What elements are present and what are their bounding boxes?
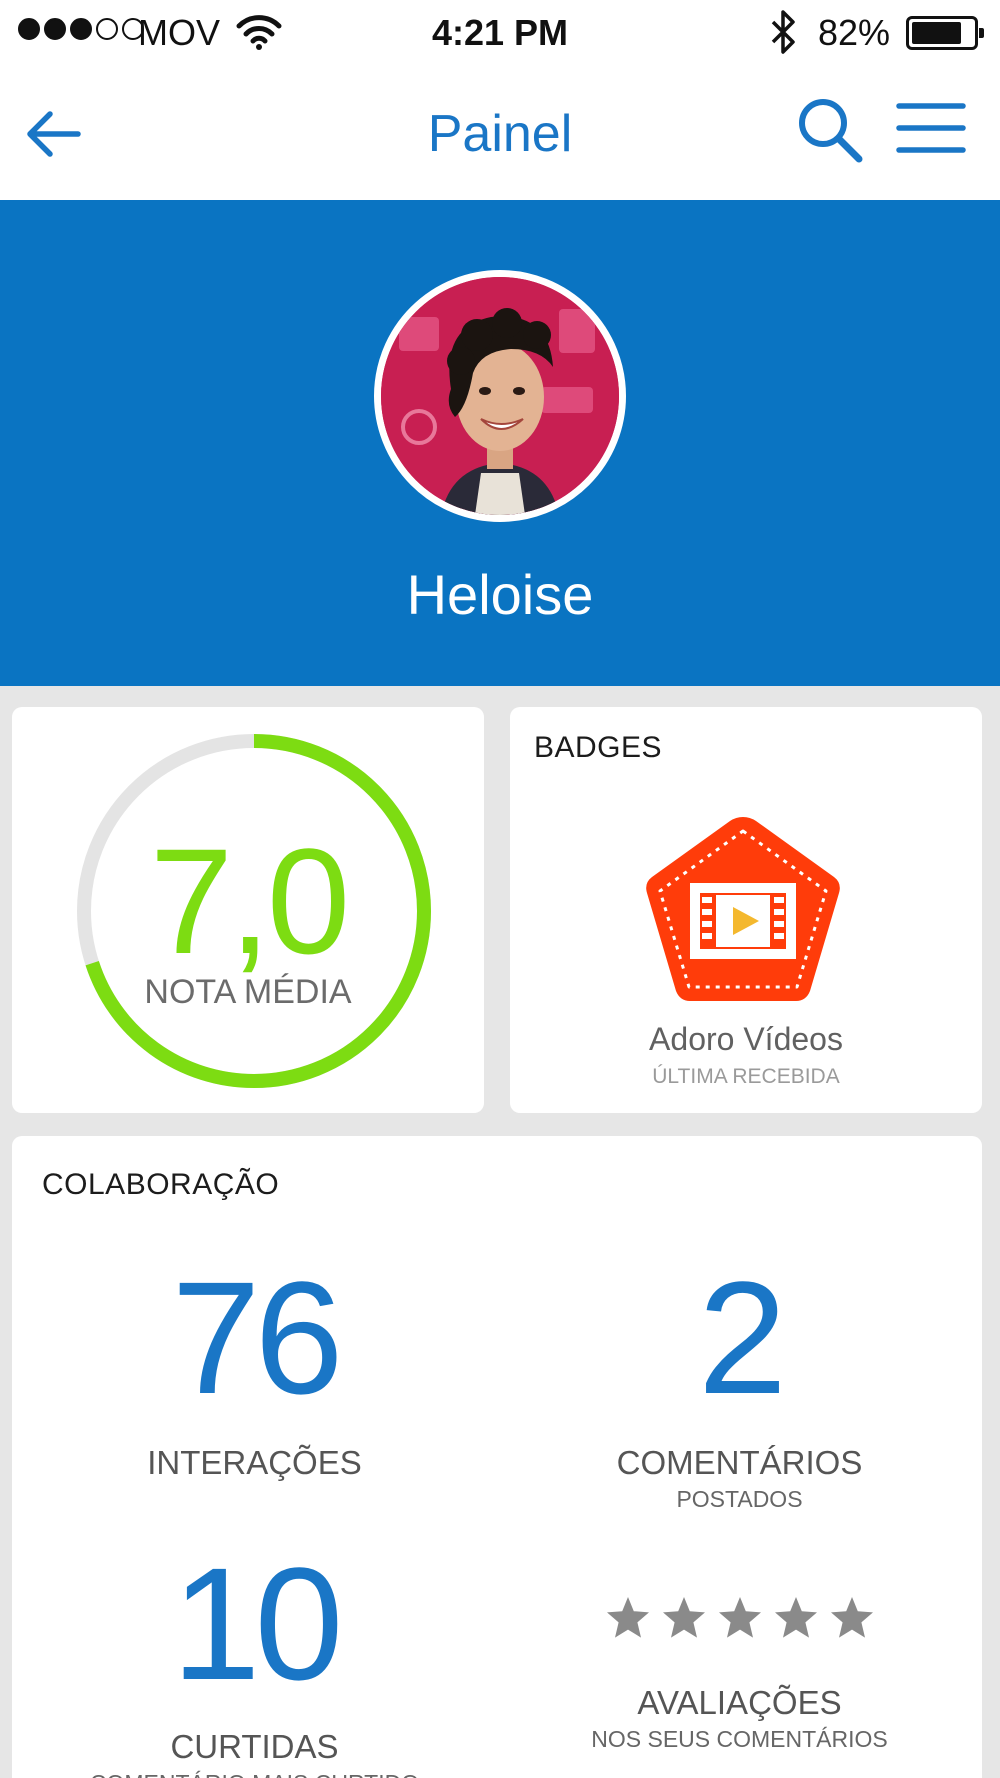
bluetooth-icon xyxy=(771,10,795,54)
likes-count: 10 xyxy=(171,1534,344,1713)
battery-percentage: 82% xyxy=(818,12,891,53)
average-score-label: NOTA MÉDIA xyxy=(144,973,352,1011)
ratings-sublabel: NOS SEUS COMENTÁRIOS xyxy=(591,1726,888,1752)
average-score-card[interactable]: 7,0 NOTA MÉDIA xyxy=(12,707,484,1113)
latest-badge-name: Adoro Vídeos xyxy=(649,1021,843,1057)
signal-dot xyxy=(96,18,118,40)
signal-dot xyxy=(18,18,40,40)
avatar[interactable] xyxy=(374,270,626,522)
battery-level-fill xyxy=(912,22,962,44)
badges-title: BADGES xyxy=(534,731,663,764)
badges-card[interactable]: BADGES Adoro Vídeos ÚLTIMA RECEBIDA xyxy=(510,707,982,1113)
search-icon[interactable] xyxy=(796,96,864,164)
interactions-metric[interactable]: 76 INTERAÇÕES xyxy=(12,1258,497,1482)
signal-strength-icon xyxy=(18,18,144,40)
comments-count: 2 xyxy=(698,1248,787,1427)
hamburger-menu-icon[interactable] xyxy=(896,100,966,156)
profile-photo xyxy=(381,277,619,515)
latest-badge-caption: ÚLTIMA RECEBIDA xyxy=(652,1065,840,1088)
likes-sublabel: COMENTÁRIO MAIS CURTIDO xyxy=(12,1770,497,1778)
navigation-bar: Painel xyxy=(0,66,1000,200)
back-arrow-icon[interactable] xyxy=(22,106,84,162)
star-icon xyxy=(774,1597,817,1638)
collaboration-card: COLABORAÇÃO 76 INTERAÇÕES 2 COMENTÁRIOS … xyxy=(12,1136,982,1778)
wifi-icon xyxy=(236,15,282,50)
ratings-label: AVALIAÇÕES xyxy=(637,1684,842,1721)
video-badge-icon[interactable] xyxy=(638,811,848,1009)
comments-sublabel: POSTADOS xyxy=(676,1486,803,1512)
likes-label: CURTIDAS xyxy=(170,1728,339,1765)
battery-icon xyxy=(906,16,984,50)
signal-dot xyxy=(70,18,92,40)
status-bar: MOV 4:21 PM 82% xyxy=(0,0,1000,66)
collaboration-title: COLABORAÇÃO xyxy=(42,1168,280,1201)
star-icon xyxy=(606,1597,649,1638)
comments-metric[interactable]: 2 COMENTÁRIOS POSTADOS xyxy=(497,1258,982,1513)
profile-name: Heloise xyxy=(406,563,594,626)
star-icon xyxy=(662,1597,705,1638)
signal-dot xyxy=(44,18,66,40)
interactions-label: INTERAÇÕES xyxy=(147,1444,362,1481)
comments-label: COMENTÁRIOS xyxy=(616,1444,863,1481)
star-icon xyxy=(830,1597,873,1638)
likes-metric[interactable]: 10 CURTIDAS COMENTÁRIO MAIS CURTIDO xyxy=(12,1544,497,1778)
ratings-metric[interactable]: AVALIAÇÕES NOS SEUS COMENTÁRIOS xyxy=(497,1586,982,1753)
profile-banner: Heloise xyxy=(0,200,1000,686)
star-icon xyxy=(718,1597,761,1638)
rating-stars xyxy=(497,1594,982,1642)
battery-nub xyxy=(979,28,984,38)
interactions-count: 76 xyxy=(171,1248,344,1427)
average-score-value: 7,0 xyxy=(149,817,351,985)
carrier-name: MOV xyxy=(138,12,221,53)
dashboard-screen: MOV 4:21 PM 82% Painel Heloise 7,0 NOTA … xyxy=(0,0,1000,1778)
